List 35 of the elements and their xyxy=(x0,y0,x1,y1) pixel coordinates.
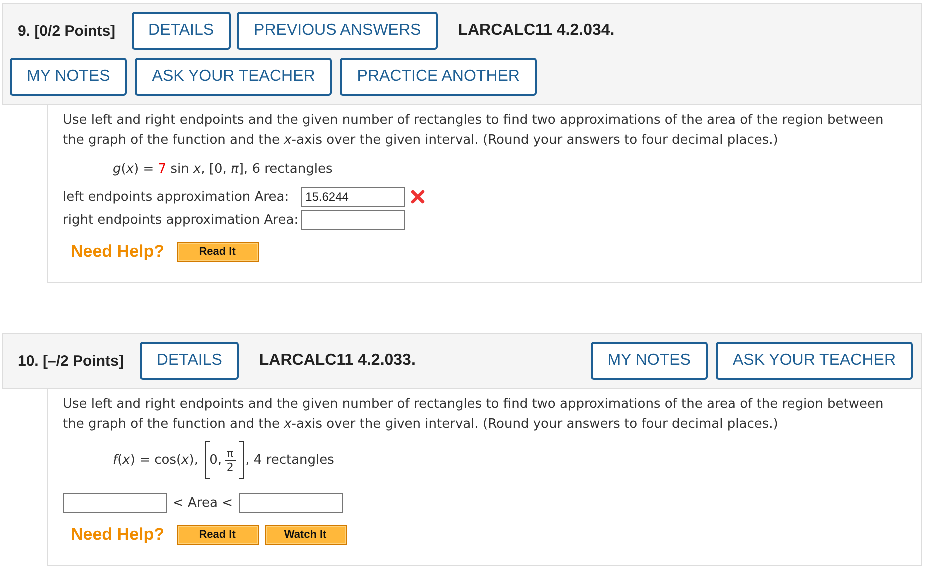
answer-field[interactable] xyxy=(238,493,343,513)
answer-label: right endpoints approximation Area: xyxy=(63,212,300,228)
header-button[interactable]: DETAILS xyxy=(140,342,240,380)
help-button[interactable]: Watch It xyxy=(264,525,347,545)
fraction: π 2 xyxy=(225,446,236,474)
need-help-label: Need Help? xyxy=(71,242,165,262)
problem-code: LARCALC11 4.2.033. xyxy=(259,352,416,370)
question-number: 9. [0/2 Points] xyxy=(18,22,116,40)
formula-text: sin x, [0, π], 6 rectangles xyxy=(170,162,333,176)
tool-button[interactable]: MY NOTES xyxy=(10,58,128,96)
help-button[interactable]: Read It xyxy=(176,242,259,262)
formula-text: f(x) = cos(x), xyxy=(113,452,200,468)
formula-text: g(x) = xyxy=(113,162,156,176)
inequality-text: < Area < xyxy=(173,496,233,510)
left-bracket xyxy=(204,441,210,479)
formula-text: , 4 rectangles xyxy=(246,452,334,468)
answer-label: left endpoints approximation Area: xyxy=(63,190,290,204)
answer-field[interactable]: 15.6244 xyxy=(300,187,405,207)
question-number: 10. [–/2 Points] xyxy=(18,352,124,370)
question-prompt: Use left and right endpoints and the given number of rectangles to find two approximations of the area of the region between the graph of the function and the x-axis over the given interval. (Round your answers to four decimal places.) xyxy=(63,396,885,434)
tool-button[interactable]: MY NOTES xyxy=(590,342,708,380)
tool-button[interactable]: ASK YOUR TEACHER xyxy=(135,58,332,96)
right-bracket xyxy=(238,441,244,479)
problem-code: LARCALC11 4.2.034. xyxy=(458,22,615,40)
interval-start: 0, xyxy=(210,452,222,468)
answer-field[interactable] xyxy=(63,493,167,513)
question-prompt: Use left and right endpoints and the given number of rectangles to find two approximations of the area of the region between the graph of the function and the x-axis over the given interval. (Round your answers to four decimal places.) xyxy=(63,112,885,150)
header-button[interactable]: PREVIOUS ANSWERS xyxy=(237,12,438,50)
tool-button[interactable]: ASK YOUR TEACHER xyxy=(716,342,913,380)
formula-coefficient: 7 xyxy=(158,162,167,176)
tool-button[interactable]: PRACTICE ANOTHER xyxy=(340,58,537,96)
help-button[interactable]: Read It xyxy=(176,525,259,545)
answer-field[interactable] xyxy=(300,210,405,230)
header-button[interactable]: DETAILS xyxy=(132,12,232,50)
need-help-label: Need Help? xyxy=(71,525,165,545)
